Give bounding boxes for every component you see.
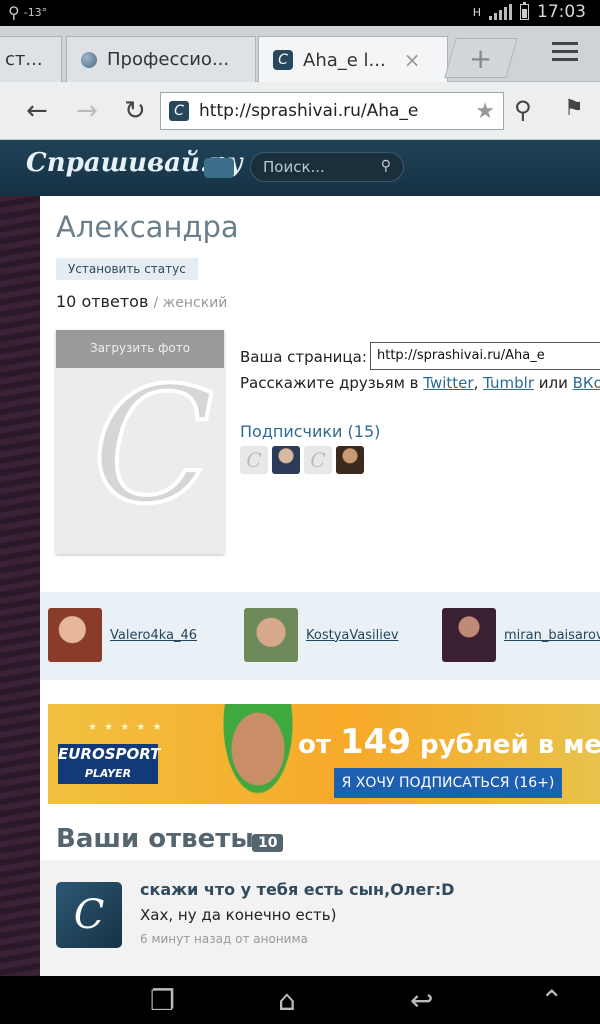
- address-field[interactable]: C http://sprashivai.ru/Aha_e ★: [160, 92, 504, 130]
- tab-label: Aha_e l...: [303, 49, 386, 71]
- system-nav-bar: ❐ ⌂ ↩ ⌃: [0, 976, 600, 1024]
- chevron-up-icon[interactable]: ⌃: [540, 984, 563, 1017]
- status-bar: ⚲ -13° H 17:03: [0, 0, 600, 26]
- stars-decoration: ★ ★ ★ ★ ★: [88, 722, 164, 733]
- price-value: 149: [340, 722, 411, 762]
- subscribe-button[interactable]: Я ХОЧУ ПОДПИСАТЬСЯ (16+): [334, 768, 562, 798]
- browser-tab-bar: ст... Профессио... C Aha_e l... × +: [0, 26, 600, 83]
- price-text: от 149 рублей в месяц: [298, 722, 600, 762]
- eurosport-logo: EUROSPORT PLAYER: [58, 744, 161, 784]
- brand-name: EUROSPORT: [58, 745, 161, 763]
- site-search-input[interactable]: Поиск... ⚲: [250, 152, 404, 182]
- avatar[interactable]: [442, 608, 496, 662]
- your-answers-title: Ваши ответы: [56, 824, 254, 854]
- profile-photo[interactable]: Загрузить фото C: [56, 330, 224, 554]
- status-right: H 17:03: [473, 2, 586, 22]
- profile-stats: 10 ответов / женский: [56, 292, 227, 311]
- menu-icon[interactable]: [552, 42, 578, 66]
- search-icon[interactable]: ⚲: [381, 158, 391, 174]
- search-icon: ⚲: [8, 3, 20, 22]
- price-suffix: рублей в месяц: [420, 730, 600, 760]
- price-prefix: от: [298, 730, 331, 760]
- eurosport-ad-banner[interactable]: ★ ★ ★ ★ ★ EUROSPORT PLAYER от 149 рублей…: [48, 704, 600, 804]
- answers-count-badge: 10: [252, 834, 284, 852]
- answer-text: Хах, ну да конечно есть): [140, 906, 337, 924]
- subscriber-avatar[interactable]: [272, 446, 300, 474]
- answer-meta: 6 минут назад от анонима: [140, 932, 308, 946]
- gender: / женский: [153, 295, 228, 311]
- search-icon[interactable]: ⚲: [514, 96, 532, 124]
- tab-label: ст...: [5, 49, 43, 70]
- close-tab-icon[interactable]: ×: [404, 48, 421, 72]
- temperature: -13°: [23, 6, 48, 19]
- person-item[interactable]: Valero4ka_46: [48, 608, 197, 662]
- signal-icon: [489, 4, 512, 20]
- site-favicon-icon: C: [169, 101, 189, 121]
- avatar[interactable]: [244, 608, 298, 662]
- profile-page: Александра Установить статус 10 ответов …: [40, 196, 600, 976]
- person-link[interactable]: miran_baisarov: [504, 628, 600, 643]
- tab-2[interactable]: Профессио...: [66, 36, 256, 82]
- profile-name: Александра: [56, 210, 239, 244]
- network-type: H: [472, 5, 481, 19]
- reload-icon[interactable]: ↻: [124, 96, 146, 126]
- share-prefix: Расскажите друзьям в: [240, 374, 419, 392]
- recent-apps-icon[interactable]: ❐: [150, 984, 175, 1017]
- share-tumblr-link[interactable]: Tumblr: [483, 374, 534, 392]
- subscriber-avatar[interactable]: C: [304, 446, 332, 474]
- url-bar: ← → ↻ C http://sprashivai.ru/Aha_e ★ ⚲ ⚑: [0, 82, 600, 140]
- search-placeholder: Поиск...: [263, 158, 325, 176]
- answer-question[interactable]: скажи что у тебя есть сын,Олег:D: [140, 880, 454, 899]
- subscribers-list: C C: [240, 446, 364, 474]
- clock: 17:03: [537, 2, 586, 22]
- back-icon[interactable]: ↩: [410, 984, 433, 1017]
- page-url-field[interactable]: http://sprashivai.ru/Aha_e: [370, 342, 600, 370]
- site-favicon-icon: C: [273, 50, 293, 70]
- url-text: http://sprashivai.ru/Aha_e: [199, 101, 419, 121]
- person-item[interactable]: KostyaVasiliev: [244, 608, 399, 662]
- subscribers-title[interactable]: Подписчики (15): [240, 422, 380, 441]
- default-avatar-icon: C: [90, 352, 216, 539]
- site-header: Спрашивай.ру Поиск... ⚲: [0, 140, 600, 196]
- plus-icon: +: [469, 41, 493, 75]
- page-background: [0, 196, 40, 976]
- tab-1[interactable]: ст...: [0, 36, 62, 82]
- bookmarks-icon[interactable]: ⚑: [564, 96, 584, 121]
- star-icon[interactable]: ★: [475, 99, 495, 124]
- battery-icon: [520, 2, 529, 20]
- brand-sub: PLAYER: [84, 767, 132, 780]
- back-arrow-icon[interactable]: ←: [26, 96, 48, 126]
- tennis-player-image: [218, 704, 298, 804]
- tab-label: Профессио...: [107, 49, 230, 70]
- share-twitter-link[interactable]: Twitter: [423, 374, 473, 392]
- forward-arrow-icon[interactable]: →: [76, 96, 98, 126]
- person-link[interactable]: Valero4ka_46: [110, 628, 197, 643]
- share-vk-link[interactable]: ВКо: [573, 374, 600, 392]
- avatar[interactable]: [48, 608, 102, 662]
- status-left: ⚲ -13°: [8, 3, 47, 22]
- asker-avatar[interactable]: C: [56, 882, 122, 948]
- people-strip: Valero4ka_46 KostyaVasiliev miran_baisar…: [40, 592, 600, 680]
- person-item[interactable]: miran_baisarov: [442, 608, 600, 662]
- page-label: Ваша страница:: [240, 348, 367, 366]
- share-line: Расскажите друзьям в Twitter, Tumblr или…: [240, 374, 600, 392]
- answer-time: 6 минут назад: [140, 932, 232, 946]
- globe-icon: [81, 51, 97, 68]
- set-status-button[interactable]: Установить статус: [56, 258, 198, 280]
- tab-3-active[interactable]: C Aha_e l... ×: [258, 36, 448, 83]
- new-tab-button[interactable]: +: [444, 38, 518, 78]
- answers-list: C скажи что у тебя есть сын,Олег:D Хах, …: [40, 860, 600, 976]
- subscriber-avatar[interactable]: C: [240, 446, 268, 474]
- subscriber-avatar[interactable]: [336, 446, 364, 474]
- chat-bubble-icon: [204, 158, 234, 178]
- share-or: или: [538, 374, 568, 392]
- answers-count: 10 ответов: [56, 292, 149, 311]
- home-icon[interactable]: ⌂: [278, 984, 296, 1017]
- person-link[interactable]: KostyaVasiliev: [306, 628, 399, 643]
- answer-from: от анонима: [235, 932, 308, 946]
